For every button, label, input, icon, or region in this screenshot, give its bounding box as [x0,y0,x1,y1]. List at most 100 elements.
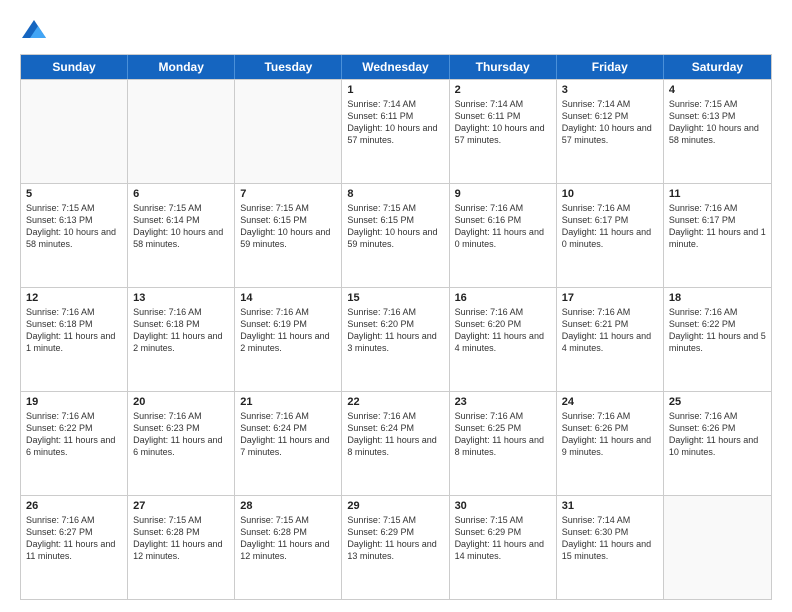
day-number: 10 [562,188,658,200]
weekday-header-wednesday: Wednesday [342,55,449,79]
day-number: 24 [562,396,658,408]
day-cell-26: 26 Sunrise: 7:16 AM Sunset: 6:27 PM Dayli… [21,496,128,599]
day-cell-23: 23 Sunrise: 7:16 AM Sunset: 6:25 PM Dayli… [450,392,557,495]
day-number: 19 [26,396,122,408]
day-info: Sunrise: 7:16 AM Sunset: 6:23 PM Dayligh… [133,410,229,459]
day-number: 17 [562,292,658,304]
day-info: Sunrise: 7:16 AM Sunset: 6:22 PM Dayligh… [669,306,766,355]
day-cell-14: 14 Sunrise: 7:16 AM Sunset: 6:19 PM Dayli… [235,288,342,391]
day-info: Sunrise: 7:16 AM Sunset: 6:17 PM Dayligh… [562,202,658,251]
calendar-row-1: 5 Sunrise: 7:15 AM Sunset: 6:13 PM Daylig… [21,183,771,287]
empty-cell [128,80,235,183]
empty-cell [235,80,342,183]
header [20,16,772,44]
day-info: Sunrise: 7:16 AM Sunset: 6:24 PM Dayligh… [347,410,443,459]
day-info: Sunrise: 7:15 AM Sunset: 6:15 PM Dayligh… [347,202,443,251]
day-number: 21 [240,396,336,408]
day-cell-5: 5 Sunrise: 7:15 AM Sunset: 6:13 PM Daylig… [21,184,128,287]
day-info: Sunrise: 7:15 AM Sunset: 6:28 PM Dayligh… [133,514,229,563]
day-number: 31 [562,500,658,512]
day-cell-4: 4Sunrise: 7:15 AM Sunset: 6:13 PM Daylig… [664,80,771,183]
weekday-header-monday: Monday [128,55,235,79]
day-info: Sunrise: 7:16 AM Sunset: 6:27 PM Dayligh… [26,514,122,563]
day-cell-2: 2 Sunrise: 7:14 AM Sunset: 6:11 PM Daylig… [450,80,557,183]
day-info: Sunrise: 7:14 AM Sunset: 6:30 PM Dayligh… [562,514,658,563]
day-number: 11 [669,188,766,200]
calendar-row-2: 12 Sunrise: 7:16 AM Sunset: 6:18 PM Dayli… [21,287,771,391]
calendar: SundayMondayTuesdayWednesdayThursdayFrid… [20,54,772,600]
day-cell-17: 17Sunrise: 7:16 AM Sunset: 6:21 PM Dayli… [557,288,664,391]
day-cell-6: 6Sunrise: 7:15 AM Sunset: 6:14 PM Daylig… [128,184,235,287]
day-cell-25: 25 Sunrise: 7:16 AM Sunset: 6:26 PM Dayli… [664,392,771,495]
weekday-header-thursday: Thursday [450,55,557,79]
day-info: Sunrise: 7:16 AM Sunset: 6:26 PM Dayligh… [669,410,766,459]
day-number: 16 [455,292,551,304]
day-number: 4 [669,84,766,96]
day-number: 20 [133,396,229,408]
day-info: Sunrise: 7:16 AM Sunset: 6:16 PM Dayligh… [455,202,551,251]
day-number: 5 [26,188,122,200]
day-number: 6 [133,188,229,200]
calendar-page: SundayMondayTuesdayWednesdayThursdayFrid… [0,0,792,612]
weekday-header-saturday: Saturday [664,55,771,79]
day-cell-9: 9Sunrise: 7:16 AM Sunset: 6:16 PM Daylig… [450,184,557,287]
day-cell-30: 30 Sunrise: 7:15 AM Sunset: 6:29 PM Dayli… [450,496,557,599]
empty-cell [21,80,128,183]
logo-icon [20,16,48,44]
day-number: 28 [240,500,336,512]
day-info: Sunrise: 7:16 AM Sunset: 6:17 PM Dayligh… [669,202,766,251]
day-cell-11: 11 Sunrise: 7:16 AM Sunset: 6:17 PM Dayli… [664,184,771,287]
calendar-row-0: 1Sunrise: 7:14 AM Sunset: 6:11 PM Daylig… [21,79,771,183]
day-info: Sunrise: 7:15 AM Sunset: 6:15 PM Dayligh… [240,202,336,251]
day-info: Sunrise: 7:14 AM Sunset: 6:11 PM Dayligh… [455,98,551,147]
day-number: 8 [347,188,443,200]
day-number: 2 [455,84,551,96]
day-number: 23 [455,396,551,408]
day-info: Sunrise: 7:16 AM Sunset: 6:25 PM Dayligh… [455,410,551,459]
weekday-header-friday: Friday [557,55,664,79]
day-info: Sunrise: 7:15 AM Sunset: 6:29 PM Dayligh… [347,514,443,563]
day-info: Sunrise: 7:16 AM Sunset: 6:20 PM Dayligh… [347,306,443,355]
day-number: 25 [669,396,766,408]
day-cell-20: 20 Sunrise: 7:16 AM Sunset: 6:23 PM Dayli… [128,392,235,495]
day-cell-29: 29 Sunrise: 7:15 AM Sunset: 6:29 PM Dayli… [342,496,449,599]
day-number: 12 [26,292,122,304]
day-cell-16: 16 Sunrise: 7:16 AM Sunset: 6:20 PM Dayli… [450,288,557,391]
day-info: Sunrise: 7:16 AM Sunset: 6:19 PM Dayligh… [240,306,336,355]
day-cell-28: 28 Sunrise: 7:15 AM Sunset: 6:28 PM Dayli… [235,496,342,599]
day-cell-31: 31 Sunrise: 7:14 AM Sunset: 6:30 PM Dayli… [557,496,664,599]
empty-cell [664,496,771,599]
day-info: Sunrise: 7:16 AM Sunset: 6:18 PM Dayligh… [26,306,122,355]
day-cell-7: 7Sunrise: 7:15 AM Sunset: 6:15 PM Daylig… [235,184,342,287]
day-info: Sunrise: 7:15 AM Sunset: 6:28 PM Dayligh… [240,514,336,563]
day-cell-21: 21 Sunrise: 7:16 AM Sunset: 6:24 PM Dayli… [235,392,342,495]
day-info: Sunrise: 7:16 AM Sunset: 6:20 PM Dayligh… [455,306,551,355]
day-cell-3: 3 Sunrise: 7:14 AM Sunset: 6:12 PM Daylig… [557,80,664,183]
day-number: 26 [26,500,122,512]
day-info: Sunrise: 7:15 AM Sunset: 6:29 PM Dayligh… [455,514,551,563]
day-info: Sunrise: 7:16 AM Sunset: 6:26 PM Dayligh… [562,410,658,459]
day-cell-10: 10 Sunrise: 7:16 AM Sunset: 6:17 PM Dayli… [557,184,664,287]
day-cell-1: 1Sunrise: 7:14 AM Sunset: 6:11 PM Daylig… [342,80,449,183]
day-info: Sunrise: 7:16 AM Sunset: 6:18 PM Dayligh… [133,306,229,355]
day-number: 13 [133,292,229,304]
calendar-header-row: SundayMondayTuesdayWednesdayThursdayFrid… [21,55,771,79]
day-number: 3 [562,84,658,96]
logo [20,16,52,44]
day-number: 18 [669,292,766,304]
day-info: Sunrise: 7:14 AM Sunset: 6:12 PM Dayligh… [562,98,658,147]
day-cell-18: 18 Sunrise: 7:16 AM Sunset: 6:22 PM Dayli… [664,288,771,391]
calendar-row-3: 19Sunrise: 7:16 AM Sunset: 6:22 PM Dayli… [21,391,771,495]
day-number: 29 [347,500,443,512]
day-cell-24: 24 Sunrise: 7:16 AM Sunset: 6:26 PM Dayli… [557,392,664,495]
day-number: 14 [240,292,336,304]
day-cell-19: 19Sunrise: 7:16 AM Sunset: 6:22 PM Dayli… [21,392,128,495]
day-number: 22 [347,396,443,408]
day-number: 30 [455,500,551,512]
weekday-header-tuesday: Tuesday [235,55,342,79]
day-info: Sunrise: 7:16 AM Sunset: 6:24 PM Dayligh… [240,410,336,459]
day-info: Sunrise: 7:15 AM Sunset: 6:13 PM Dayligh… [26,202,122,251]
day-cell-8: 8 Sunrise: 7:15 AM Sunset: 6:15 PM Daylig… [342,184,449,287]
day-cell-27: 27 Sunrise: 7:15 AM Sunset: 6:28 PM Dayli… [128,496,235,599]
day-number: 27 [133,500,229,512]
